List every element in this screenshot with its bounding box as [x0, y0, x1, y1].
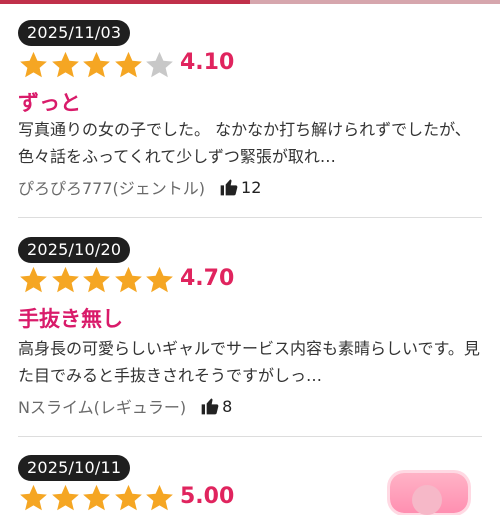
star-icon — [114, 266, 142, 293]
star-icon — [20, 484, 47, 511]
star-rating — [18, 50, 176, 80]
review-meta: Nスライム(レギュラー) 8 — [18, 394, 232, 418]
review-body: 高身長の可愛らしいギャルでサービス内容も素晴らしいです。見た目でみると手抜きされ… — [18, 339, 480, 385]
review-author[interactable]: ぴろぴろ777(ジェントル) — [18, 175, 205, 199]
review-score: 5.00 — [180, 484, 235, 509]
star-icon — [146, 266, 173, 293]
review-title[interactable]: 手抜き無し — [18, 303, 123, 333]
review-score: 4.70 — [180, 266, 235, 291]
review-date: 2025/11/03 — [18, 20, 131, 46]
review-date: 2025/10/20 — [18, 237, 131, 263]
fab-icon — [412, 485, 442, 515]
like-count: 12 — [241, 177, 262, 197]
star-icon — [83, 484, 110, 511]
like-button[interactable]: 8 — [200, 396, 232, 416]
thumbs-up-icon — [201, 398, 219, 415]
review-score: 4.10 — [180, 50, 235, 75]
floating-action-button[interactable] — [390, 473, 468, 515]
star-icon — [146, 484, 173, 511]
star-icon — [20, 51, 47, 78]
star-icon — [83, 51, 110, 78]
star-icon — [83, 266, 110, 293]
star-rating — [18, 483, 176, 513]
active-tab-indicator — [0, 0, 250, 4]
review-meta: ぴろぴろ777(ジェントル) 12 — [18, 175, 261, 199]
star-rating — [18, 265, 176, 295]
like-count: 8 — [222, 396, 233, 416]
star-icon — [146, 51, 173, 78]
review-author[interactable]: Nスライム(レギュラー) — [18, 394, 186, 418]
review-title[interactable]: ずっと — [18, 87, 81, 117]
star-icon — [51, 51, 79, 78]
like-button[interactable]: 12 — [219, 177, 261, 197]
star-icon — [114, 484, 142, 511]
star-icon — [20, 266, 47, 293]
top-tab-bar — [0, 0, 500, 4]
star-icon — [51, 266, 79, 293]
divider — [18, 217, 482, 218]
review-body: 写真通りの女の子でした。 なかなか打ち解けられずでしたが、色々話をふってくれて少… — [18, 120, 471, 166]
thumbs-up-icon — [220, 179, 238, 196]
star-icon — [114, 51, 142, 78]
star-icon — [51, 484, 79, 511]
divider — [18, 436, 482, 437]
review-date: 2025/10/11 — [18, 455, 131, 481]
